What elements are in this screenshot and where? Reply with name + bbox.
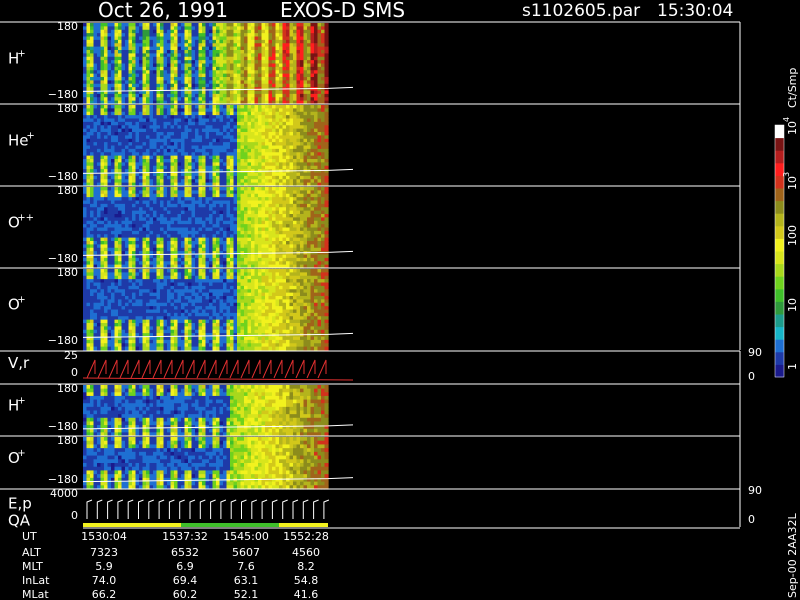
y-tick-min: −180 [48, 88, 78, 101]
header-date: Oct 26, 1991 [98, 0, 228, 22]
sms-spectrogram-figure: Oct 26, 1991 EXOS-D SMS s1102605.par 15:… [0, 0, 799, 600]
header-file: s1102605.par [522, 1, 640, 21]
panel-label-sup: + [26, 131, 34, 142]
y-tick-max: 180 [57, 102, 78, 115]
header-time: 15:30:04 [657, 1, 733, 21]
header-instrument: EXOS-D SMS [280, 0, 405, 22]
panel-label-sup: + [17, 49, 25, 60]
y-tick-min: −180 [48, 170, 78, 183]
panel-3: O++180−180 [0, 184, 741, 269]
panel-2: He+180−180 [0, 102, 741, 187]
panel-group: H+180−180He+180−180O++180−180O+180−180V,… [0, 20, 762, 530]
y-tick-max: 180 [57, 20, 78, 33]
panel-1: H+180−180 [0, 20, 741, 105]
